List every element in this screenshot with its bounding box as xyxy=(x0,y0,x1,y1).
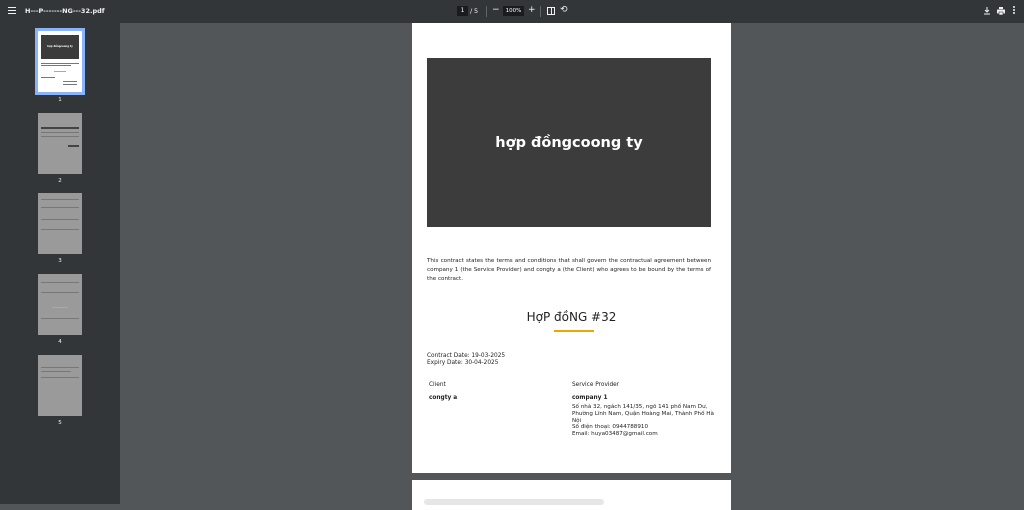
page-thumbnail-4[interactable] xyxy=(38,274,82,335)
hero-title: hợp đồngcoong ty xyxy=(495,134,643,151)
contract-heading: HợP đồNG #32 xyxy=(526,310,617,324)
provider-address: Số nhà 32, ngách 141/35, ngõ 141 phố Nam… xyxy=(572,404,714,424)
thumbnail-line xyxy=(41,132,79,133)
page-thumbnail-1[interactable]: hợp đồngcoong ty xyxy=(35,28,85,95)
menu-icon[interactable] xyxy=(8,7,16,16)
page-number-input[interactable]: 1 xyxy=(457,6,468,16)
thumbnail-label: 1 xyxy=(58,97,62,103)
client-name: congty a xyxy=(429,395,458,401)
thumbnail-label: 4 xyxy=(58,339,62,345)
thumbnail-line xyxy=(41,282,79,283)
contract-dates: Contract Date: 19-03-2025 Expiry Date: 3… xyxy=(427,353,505,367)
contract-date: Contract Date: 19-03-2025 xyxy=(427,353,506,359)
page-thumbnail-3[interactable] xyxy=(38,193,82,254)
thumbnail-line xyxy=(41,219,79,220)
rotate-icon[interactable]: ⟲ xyxy=(560,6,568,15)
thumbnail-line xyxy=(54,71,66,72)
thumbnail-line xyxy=(63,84,77,85)
more-options-icon[interactable] xyxy=(1013,6,1017,16)
thumbnail-label: 2 xyxy=(58,178,62,184)
zoom-level-input[interactable]: 100% xyxy=(503,6,524,16)
provider-label: Service Provider xyxy=(572,382,620,388)
thumbnail-line xyxy=(63,81,77,82)
provider-phone: Số điện thoại: 0944788910 xyxy=(572,424,649,431)
thumbnail-line xyxy=(41,318,79,319)
document-title: H---P-------NG---32.pdf xyxy=(25,7,105,15)
zoom-out-button[interactable]: − xyxy=(492,5,500,15)
hero-banner: hợp đồngcoong ty xyxy=(427,58,711,227)
page-thumbnail-5[interactable] xyxy=(38,355,82,416)
thumbnail-line xyxy=(41,63,79,64)
thumbnail-line xyxy=(41,127,79,129)
thumbnail-line xyxy=(41,136,79,137)
thumbnail-sidebar: hợp đồngcoong ty 1 2 3 4 5 xyxy=(0,23,120,504)
pdf-page-2 xyxy=(412,480,731,510)
download-icon[interactable] xyxy=(982,6,992,16)
thumbnail-hero: hợp đồngcoong ty xyxy=(41,35,79,59)
expiry-date: Expiry Date: 30-04-2025 xyxy=(427,360,499,366)
thumbnail-line xyxy=(41,77,55,78)
page-thumbnail-2[interactable] xyxy=(38,113,82,174)
thumbnail-line xyxy=(41,371,71,372)
zoom-in-button[interactable]: + xyxy=(528,5,536,15)
provider-details: Số nhà 32, ngách 141/35, ngõ 141 phố Nam… xyxy=(572,404,717,438)
thumbnail-label: 3 xyxy=(58,258,62,264)
page-separator: / xyxy=(470,7,473,15)
thumbnail-line xyxy=(41,65,71,66)
total-pages: 5 xyxy=(474,7,479,15)
print-icon[interactable] xyxy=(996,6,1006,16)
pdf-page-1: hợp đồngcoong ty This contract states th… xyxy=(412,23,731,473)
thumbnail-line xyxy=(52,307,68,308)
client-label: Client xyxy=(429,382,446,388)
thumbnail-label: 5 xyxy=(58,420,62,426)
thumbnail-line xyxy=(41,377,79,378)
toolbar-divider xyxy=(540,6,541,17)
document-viewer[interactable]: hợp đồngcoong ty This contract states th… xyxy=(120,23,1024,510)
thumbnail-line xyxy=(68,145,79,147)
heading-underline xyxy=(554,330,594,332)
fit-to-page-icon[interactable] xyxy=(547,7,555,15)
toolbar-divider xyxy=(486,6,487,17)
thumbnail-line xyxy=(41,229,79,230)
thumbnail-line xyxy=(41,292,79,293)
page-content-preview xyxy=(424,499,604,505)
provider-name: company 1 xyxy=(572,395,608,401)
thumbnail-line xyxy=(41,199,79,200)
provider-email: Email: huya03487@gmail.com xyxy=(572,431,658,438)
pdf-toolbar: H---P-------NG---32.pdf 1 / 5 − 100% + ⟲ xyxy=(0,0,1024,23)
thumbnail-line xyxy=(41,367,79,368)
thumbnail-line xyxy=(41,207,79,208)
intro-paragraph: This contract states the terms and condi… xyxy=(427,258,711,282)
